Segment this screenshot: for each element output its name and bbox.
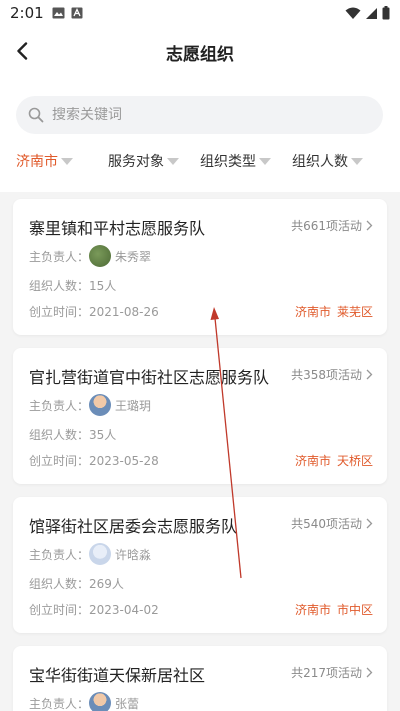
filter-service-target[interactable]: 服务对象 (108, 146, 179, 176)
leader-label: 主负责人： (29, 249, 90, 264)
filter-bar: 济南市 服务对象 组织类型 组织人数 (0, 146, 400, 176)
avatar (89, 394, 112, 416)
leader-name: 许晗淼 (115, 547, 152, 562)
filter-city-label: 济南市 (16, 154, 58, 170)
search-box[interactable] (16, 96, 383, 134)
dropdown-arrow-icon (167, 157, 179, 165)
members-value: 269人 (89, 577, 124, 591)
district: 市中区 (336, 603, 373, 617)
dropdown-arrow-icon (61, 157, 73, 165)
leader-row: 主负责人： 朱秀翠 (29, 245, 151, 267)
created-value: 2021-08-26 (89, 304, 159, 319)
location: 济南市 市中区 (295, 601, 373, 618)
status-time: 2:01 (10, 4, 44, 22)
activity-count[interactable]: 共217项活动 (291, 664, 373, 681)
leader-label: 主负责人： (29, 696, 90, 711)
chevron-right-icon (366, 220, 373, 231)
dropdown-arrow-icon (351, 157, 363, 165)
created-value: 2023-05-28 (89, 453, 159, 468)
filter-org-type-label: 组织类型 (200, 154, 256, 170)
page-title: 志愿组织 (166, 44, 234, 65)
created-label: 创立时间： (29, 603, 90, 617)
leader-name: 朱秀翠 (115, 249, 152, 264)
leader-label: 主负责人： (29, 398, 90, 413)
filter-service-target-label: 服务对象 (108, 154, 164, 170)
org-card[interactable]: 宝华街街道天保新居社区 共217项活动 主负责人： 张蕾 (13, 646, 387, 711)
notification-icons (52, 7, 83, 19)
search-input[interactable] (52, 107, 352, 123)
city: 济南市 (294, 454, 331, 468)
filter-org-type[interactable]: 组织类型 (200, 146, 271, 176)
activity-count[interactable]: 共358项活动 (291, 366, 373, 383)
org-name: 馆驿街社区居委会志愿服务队 (29, 517, 238, 536)
filter-org-size-label: 组织人数 (292, 154, 348, 170)
city: 济南市 (294, 305, 331, 319)
org-card[interactable]: 馆驿街社区居委会志愿服务队 共540项活动 主负责人： 许晗淼 组织人数： 269人… (13, 497, 387, 633)
image-notification-icon (52, 7, 65, 19)
battery-icon (382, 6, 390, 20)
chevron-right-icon (366, 369, 373, 380)
created-row: 创立时间： 2021-08-26 (29, 303, 159, 320)
back-button[interactable] (8, 36, 36, 66)
members-row: 组织人数： 269人 (29, 575, 124, 592)
leader-name: 王璐玥 (115, 398, 152, 413)
created-label: 创立时间： (29, 454, 90, 468)
district: 天桥区 (336, 454, 373, 468)
district: 莱芜区 (336, 305, 373, 319)
avatar (89, 543, 112, 565)
created-value: 2023-04-02 (89, 602, 159, 617)
system-icons (345, 6, 390, 20)
filter-city[interactable]: 济南市 (16, 146, 73, 176)
signal-icon (366, 7, 377, 19)
wifi-icon (345, 7, 361, 19)
org-card[interactable]: 寨里镇和平村志愿服务队 共661项活动 主负责人： 朱秀翠 组织人数： 15人 创立… (13, 199, 387, 335)
nav-bar: 志愿组织 (0, 26, 400, 78)
activity-count-label: 共358项活动 (291, 368, 362, 382)
leader-row: 主负责人： 张蕾 (29, 692, 139, 711)
chevron-right-icon (366, 518, 373, 529)
org-name: 官扎营街道官中街社区志愿服务队 (29, 368, 270, 387)
org-name: 寨里镇和平村志愿服务队 (29, 219, 206, 238)
activity-count[interactable]: 共540项活动 (291, 515, 373, 532)
members-row: 组织人数： 35人 (29, 426, 116, 443)
filter-org-size[interactable]: 组织人数 (292, 146, 363, 176)
leader-row: 主负责人： 王璐玥 (29, 394, 151, 416)
search-icon (28, 107, 44, 123)
created-row: 创立时间： 2023-05-28 (29, 452, 159, 469)
leader-row: 主负责人： 许晗淼 (29, 543, 151, 565)
org-card[interactable]: 官扎营街道官中街社区志愿服务队 共358项活动 主负责人： 王璐玥 组织人数： 35… (13, 348, 387, 484)
app-notification-icon (71, 7, 83, 19)
location: 济南市 莱芜区 (295, 303, 373, 320)
members-value: 15人 (89, 279, 117, 293)
activity-count-label: 共661项活动 (291, 219, 362, 233)
status-bar: 2:01 (0, 0, 400, 26)
created-row: 创立时间： 2023-04-02 (29, 601, 159, 618)
org-name: 宝华街街道天保新居社区 (29, 666, 206, 685)
location: 济南市 天桥区 (295, 452, 373, 469)
avatar (89, 692, 112, 711)
city: 济南市 (294, 603, 331, 617)
leader-label: 主负责人： (29, 547, 90, 562)
members-row: 组织人数： 15人 (29, 277, 116, 294)
activity-count-label: 共540项活动 (291, 517, 362, 531)
members-value: 35人 (89, 428, 117, 442)
members-label: 组织人数： (29, 279, 90, 293)
activity-count[interactable]: 共661项活动 (291, 217, 373, 234)
members-label: 组织人数： (29, 577, 90, 591)
members-label: 组织人数： (29, 428, 90, 442)
dropdown-arrow-icon (259, 157, 271, 165)
chevron-right-icon (366, 667, 373, 678)
created-label: 创立时间： (29, 305, 90, 319)
avatar (89, 245, 112, 267)
leader-name: 张蕾 (115, 696, 140, 711)
activity-count-label: 共217项活动 (291, 666, 362, 680)
chevron-left-icon (17, 42, 28, 60)
